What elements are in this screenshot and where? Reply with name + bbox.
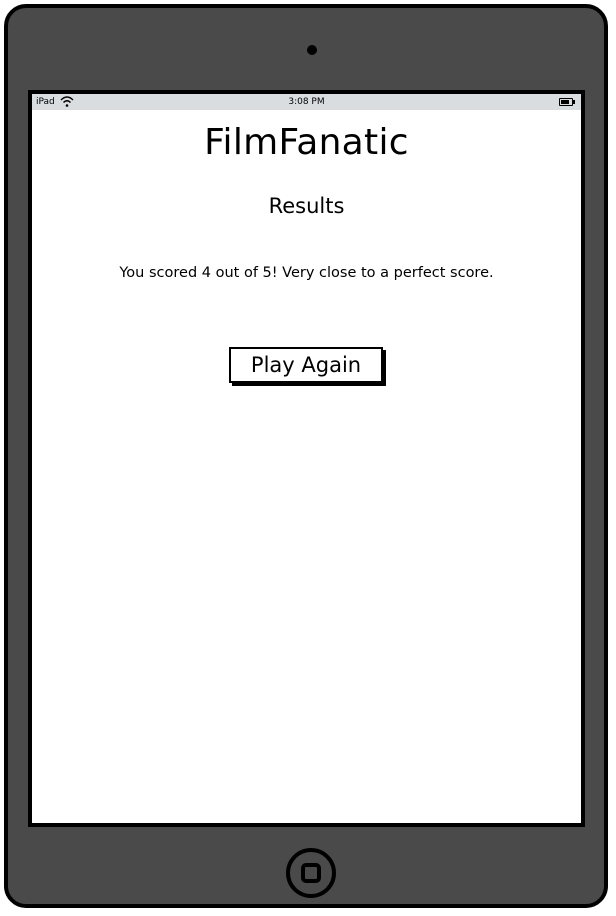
results-heading: Results: [268, 194, 345, 218]
play-again-button[interactable]: Play Again: [229, 347, 383, 383]
home-square-icon: [301, 863, 321, 883]
battery-icon: [559, 98, 575, 106]
status-bar: iPad 3:08 PM: [32, 94, 581, 110]
status-time: 3:08 PM: [288, 97, 325, 107]
camera-icon: [307, 45, 317, 55]
home-button[interactable]: [286, 848, 336, 898]
score-message: You scored 4 out of 5! Very close to a p…: [119, 265, 494, 281]
app-title: FilmFanatic: [204, 122, 409, 163]
screen: iPad 3:08 PM FilmFanatic Results You sco…: [28, 90, 585, 827]
